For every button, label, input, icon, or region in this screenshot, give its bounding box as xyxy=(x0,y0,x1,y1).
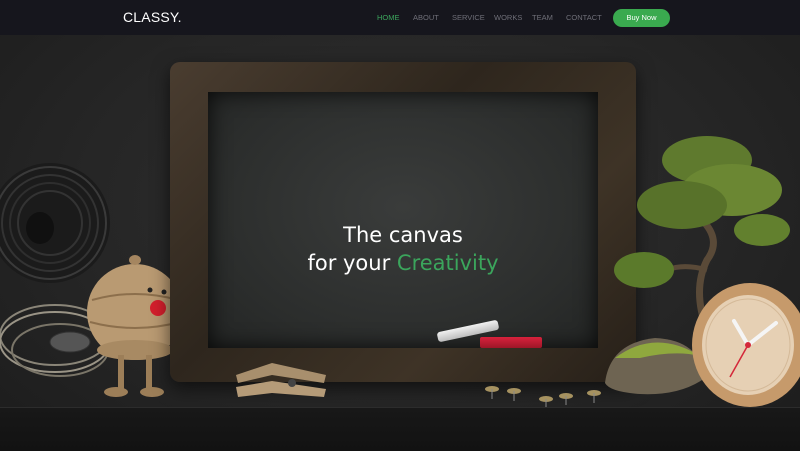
hero-headline-accent: Creativity xyxy=(396,251,499,275)
nav-item-works[interactable]: WORKS xyxy=(494,13,522,22)
top-navbar: CLASSY. HOME ABOUT SERVICE WORKS TEAM CO… xyxy=(0,0,800,35)
nav-item-service[interactable]: SERVICE xyxy=(452,13,485,22)
chalkboard-surface: The canvas for your Creativity xyxy=(208,92,598,348)
nav-item-team[interactable]: TEAM xyxy=(532,13,553,22)
buy-now-button[interactable]: Buy Now xyxy=(613,9,670,27)
nav-item-home[interactable]: HOME xyxy=(377,13,400,22)
nav-item-contact[interactable]: CONTACT xyxy=(566,13,602,22)
wooden-clock-illustration xyxy=(692,283,800,407)
hero-headline-line1: The canvas xyxy=(343,223,463,247)
wooden-shelf xyxy=(0,407,800,451)
nav-item-about[interactable]: ABOUT xyxy=(413,13,439,22)
red-chalk-illustration xyxy=(480,337,542,348)
hero-headline-line2: for your Creativity xyxy=(208,251,598,275)
clothes-peg-illustration xyxy=(236,363,326,397)
thumbtacks-illustration xyxy=(485,386,601,407)
hero-section: The canvas for your Creativity xyxy=(0,35,800,451)
chalkboard-frame: The canvas for your Creativity xyxy=(170,62,636,382)
hero-headline-prefix: for your xyxy=(307,251,397,275)
site-logo[interactable]: CLASSY. xyxy=(123,9,182,25)
